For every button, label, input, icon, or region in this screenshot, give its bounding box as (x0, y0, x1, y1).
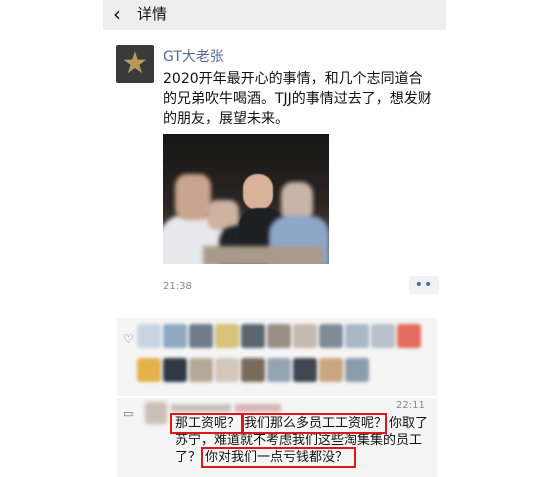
liker-avatar[interactable] (137, 358, 161, 382)
post-time: 21:38 (163, 281, 192, 292)
liker-avatar[interactable] (345, 358, 369, 382)
commenter-avatar[interactable] (145, 402, 167, 424)
commenter-name-blur (235, 404, 281, 412)
left-margin (0, 0, 103, 477)
liker-avatar[interactable] (319, 358, 343, 382)
liker-avatar[interactable] (293, 358, 317, 382)
more-actions-button[interactable]: •• (409, 276, 439, 294)
comment-time: 22:11 (396, 400, 425, 411)
liker-avatar[interactable] (293, 324, 317, 348)
liker-avatar[interactable] (241, 358, 265, 382)
photo-table (203, 246, 323, 264)
post-text: 2020开年最开心的事情，和几个志同道合的兄弟吹牛喝酒。TJJ的事情过去了，想发… (163, 71, 432, 127)
chevron-left-icon[interactable]: ‹ (113, 3, 121, 25)
comment-line1-tail: 你取了 (389, 416, 429, 431)
page-title: 详情 (137, 5, 168, 23)
highlight-box-q1 (170, 413, 244, 434)
liker-avatar[interactable] (371, 324, 395, 348)
liker-avatar[interactable] (189, 324, 213, 348)
post-photo[interactable] (163, 134, 329, 264)
likes-panel: ♡ (117, 318, 437, 396)
liker-avatar[interactable] (163, 324, 187, 348)
comments-panel: ▭ 22:11 那工资呢？ 我们那么多员工工资呢？ 你取了 苏宁，难道就不考虑我… (117, 398, 437, 477)
highlight-box-q3 (201, 447, 356, 468)
star-icon: ★ (121, 46, 149, 81)
nav-bar: ‹ 详情 (103, 0, 446, 30)
liker-avatar[interactable] (215, 324, 239, 348)
moments-detail-screen: ‹ 详情 ★ GT大老张 2020开年最开心的事情，和几个志同道合的兄弟吹牛喝酒… (103, 0, 446, 477)
liker-avatar[interactable] (241, 324, 265, 348)
liker-avatar[interactable] (319, 324, 343, 348)
liker-avatar[interactable] (137, 324, 161, 348)
highlight-box-q2 (241, 413, 387, 434)
photo-face-blur (175, 174, 211, 220)
comment-line3-prefix: 了？ (175, 450, 202, 465)
liker-avatar[interactable] (267, 358, 291, 382)
photo-face (243, 174, 273, 210)
right-margin (446, 0, 550, 477)
commenter-name-blur (171, 404, 231, 412)
liker-avatar[interactable] (345, 324, 369, 348)
heart-icon: ♡ (123, 332, 134, 346)
author-name[interactable]: GT大老张 (163, 49, 224, 65)
avatar[interactable]: ★ (116, 45, 154, 83)
liker-avatar[interactable] (163, 358, 187, 382)
liker-avatar[interactable] (215, 358, 239, 382)
comment-icon: ▭ (123, 407, 134, 420)
liker-avatar[interactable] (397, 324, 421, 348)
liker-avatar[interactable] (267, 324, 291, 348)
liker-avatar[interactable] (189, 358, 213, 382)
